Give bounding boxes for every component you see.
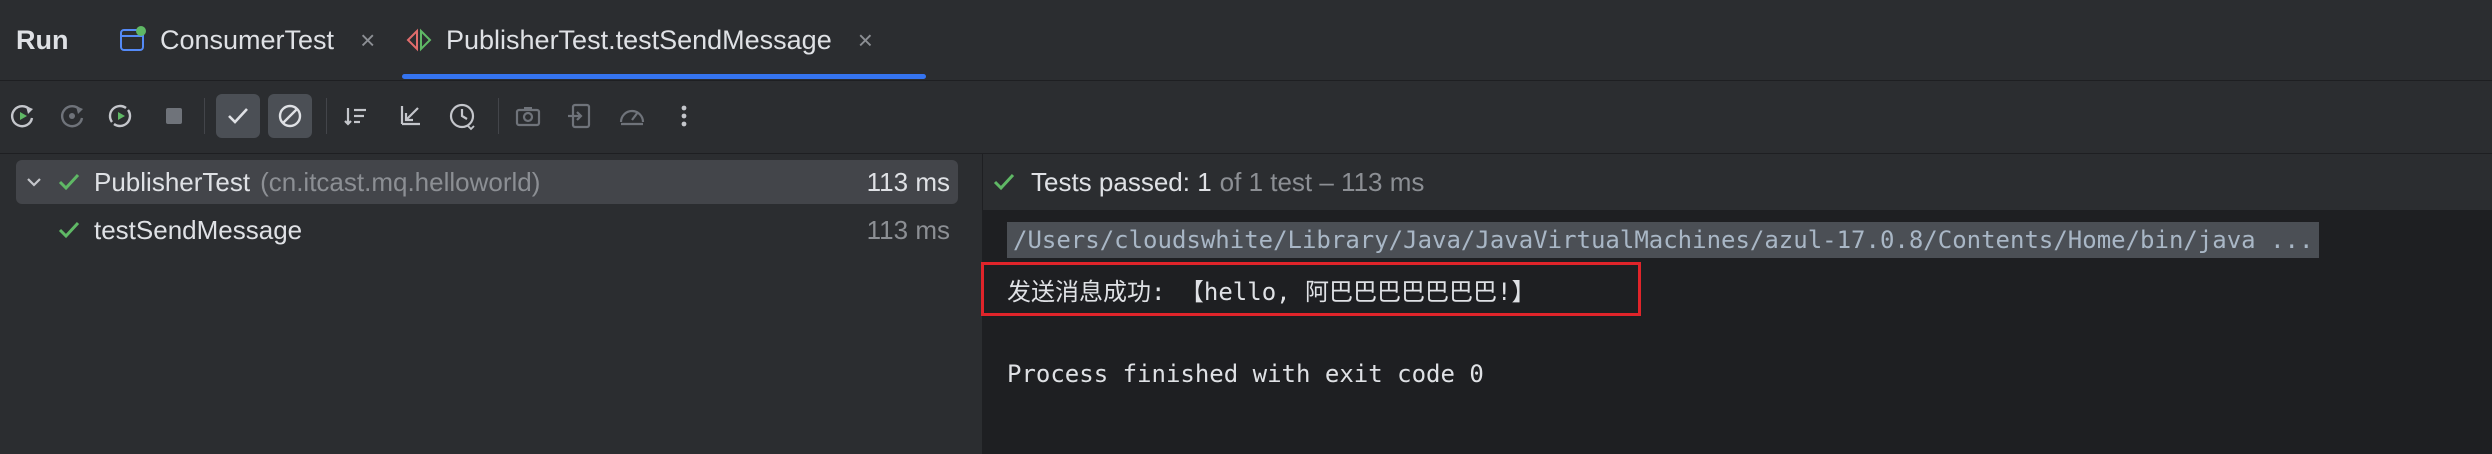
- tree-node-publisher-test[interactable]: PublisherTest (cn.itcast.mq.helloworld) …: [16, 160, 958, 204]
- test-duration: 113 ms: [866, 214, 950, 245]
- console-output[interactable]: Tests passed: 1 of 1 test – 113 ms /User…: [981, 154, 2492, 454]
- tab-publisher-test[interactable]: PublisherTest.testSendMessage ×: [404, 0, 926, 80]
- junit-icon: [404, 25, 434, 55]
- test-package: (cn.itcast.mq.helloworld): [260, 166, 541, 197]
- java-command-line[interactable]: /Users/cloudswhite/Library/Java/JavaVirt…: [1007, 222, 2320, 258]
- test-runner-toolbar: [0, 80, 2492, 154]
- test-results-tree: PublisherTest (cn.itcast.mq.helloworld) …: [0, 154, 983, 454]
- chevron-down-icon[interactable]: [16, 172, 52, 192]
- test-status-bar: Tests passed: 1 of 1 test – 113 ms: [983, 154, 2492, 210]
- toolbar-separator: [204, 98, 205, 134]
- check-icon: [52, 217, 86, 243]
- show-passed-icon[interactable]: [216, 94, 260, 138]
- test-method-name: testSendMessage: [94, 214, 303, 245]
- screenshot-icon[interactable]: [506, 94, 550, 138]
- run-title: Run: [16, 25, 69, 55]
- test-class-name: PublisherTest: [94, 166, 251, 197]
- coverage-icon[interactable]: [610, 94, 654, 138]
- rerun-icon[interactable]: [0, 94, 44, 138]
- tab-label: ConsumerTest: [160, 24, 335, 55]
- stop-icon[interactable]: [152, 94, 196, 138]
- toolbar-separator: [498, 98, 499, 134]
- show-ignored-icon[interactable]: [268, 94, 312, 138]
- check-icon: [52, 169, 86, 195]
- check-icon: [991, 169, 1017, 195]
- process-exit-line: Process finished with exit code 0: [1007, 360, 1484, 388]
- tab-consumer-test[interactable]: ConsumerTest ×: [118, 0, 394, 80]
- import-tests-icon[interactable]: [558, 94, 602, 138]
- sort-alphabetically-icon[interactable]: [336, 94, 380, 138]
- toggle-auto-test-icon[interactable]: [98, 94, 142, 138]
- test-class-icon: [118, 25, 148, 55]
- highlight-annotation: [981, 262, 1641, 316]
- more-icon[interactable]: [662, 94, 706, 138]
- rerun-failed-icon[interactable]: [50, 94, 94, 138]
- tests-passed-text: Tests passed: 1: [1031, 166, 1212, 197]
- sort-by-duration-icon[interactable]: [440, 94, 484, 138]
- toolbar-separator: [326, 98, 327, 134]
- close-icon[interactable]: ×: [360, 25, 375, 56]
- collapse-all-icon[interactable]: [388, 94, 432, 138]
- test-duration: 113 ms: [866, 166, 950, 197]
- tab-label: PublisherTest.testSendMessage: [446, 24, 832, 55]
- tree-node-test-send-message[interactable]: testSendMessage 113 ms: [52, 208, 958, 252]
- run-tool-window-header: Run ConsumerTest × PublisherTest.testSen…: [0, 0, 2492, 81]
- active-tab-indicator: [402, 74, 926, 79]
- tests-detail-text: of 1 test – 113 ms: [1219, 166, 1425, 197]
- close-icon[interactable]: ×: [858, 25, 873, 56]
